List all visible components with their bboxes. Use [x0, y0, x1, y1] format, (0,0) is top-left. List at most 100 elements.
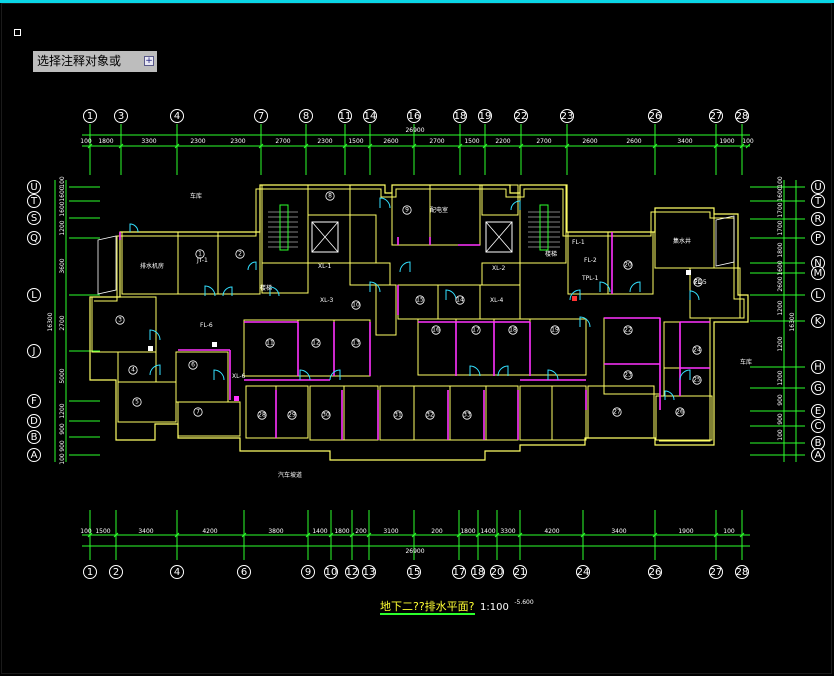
axis-bubble-top: 27: [710, 111, 723, 122]
axis-bubble-right: A: [815, 450, 822, 461]
axis-bubble-left: A: [31, 450, 38, 461]
axis-bubble-left: L: [31, 290, 37, 301]
axis-bubble-top: 16: [408, 111, 421, 122]
dim-text-bottom: 1800: [460, 528, 475, 535]
equipment-label: XL-2: [492, 265, 506, 272]
dim-text-top: 2700: [536, 138, 551, 145]
axis-bubble-bottom: 28: [736, 567, 749, 578]
dim-text-top: 1500: [464, 138, 479, 145]
dim-text-bottom-total: 26900: [405, 548, 424, 555]
axis-bubble-top: 14: [364, 111, 377, 122]
room-partitions: [119, 232, 710, 440]
room-number: 27: [613, 409, 621, 416]
dim-text-top: 2300: [230, 138, 245, 145]
dim-text-left: 100: [59, 453, 66, 465]
equipment-label: XL-4: [490, 297, 504, 304]
door-arc: [129, 223, 139, 233]
room-wall: [375, 284, 397, 336]
axis-bubble-bottom: 9: [305, 567, 311, 578]
axis-bubble-left: D: [30, 416, 38, 427]
axis-bubble-top: 8: [303, 111, 309, 122]
drawing-title-scale: 1:100: [480, 602, 509, 613]
axis-bubble-right: U: [814, 182, 821, 193]
room-text-label: 楼梯: [260, 284, 272, 292]
dim-text-top: 3400: [677, 138, 692, 145]
room-wall: [519, 385, 553, 441]
axis-bubble-top: 3: [118, 111, 124, 122]
room-number: 31: [394, 412, 402, 419]
ramp-right: [715, 215, 735, 267]
axis-bubble-bottom: 20: [491, 567, 504, 578]
axis-bubble-bottom: 15: [408, 567, 421, 578]
room-number: 22: [624, 327, 632, 334]
dim-text-bottom: 1900: [678, 528, 693, 535]
axis-bubble-top: 23: [561, 111, 574, 122]
door-arc: [149, 364, 161, 376]
dim-text-right: 1600: [777, 260, 784, 275]
dim-text-right: 100: [777, 176, 784, 188]
room-number: 6: [191, 362, 195, 369]
dim-text-bottom: 3300: [500, 528, 515, 535]
dim-text-right: 1700: [777, 202, 784, 217]
room-number: 33: [463, 412, 471, 419]
axis-bubble-top: 26: [649, 111, 662, 122]
dim-text-left: 1200: [59, 403, 66, 418]
room-wall: [429, 184, 481, 246]
pump-marker: [686, 270, 691, 275]
axis-bubble-right: K: [815, 316, 822, 327]
axis-bubble-bottom: 26: [649, 567, 662, 578]
room-wall: [519, 184, 567, 264]
axis-bubble-right: C: [815, 421, 822, 432]
door-arcs: [129, 197, 700, 401]
room-number: 4: [131, 367, 135, 374]
room-number: 30: [322, 412, 330, 419]
axis-bubble-left: S: [31, 213, 37, 224]
room-text-label: 车库: [740, 358, 752, 366]
axis-bubble-bottom: 2: [113, 567, 119, 578]
dim-text-bottom: 200: [355, 528, 367, 535]
axis-bubble-left: J: [32, 346, 36, 357]
axis-bubble-top: 18: [454, 111, 467, 122]
room-number: 15: [416, 297, 424, 304]
room-number: 14: [456, 297, 464, 304]
room-number-markers: 1 234567891011 12 13141516 17 18 1920212223242…: [115, 191, 703, 420]
dim-text-left: 3600: [59, 258, 66, 273]
room-number: 12: [312, 340, 320, 347]
room-wall: [603, 317, 661, 365]
room-wall: [551, 385, 587, 441]
room-text-label: 集水井: [673, 237, 691, 245]
equipment-label: XL-1: [318, 263, 332, 270]
dim-text-top: 2700: [429, 138, 444, 145]
axis-bubble-bottom: 13: [363, 567, 376, 578]
dim-text-top: 1900: [719, 138, 734, 145]
pump-marker: [234, 396, 239, 401]
axis-bubble-right: L: [815, 290, 821, 301]
dim-text-right: 1800: [777, 242, 784, 257]
dim-text-right: 1600: [777, 186, 784, 201]
axis-bubbles: 1 3 4 7 8 11 14 16 18 19 22 23 26 27 281 2 4 6 9 10 12 13 15 17…: [27, 109, 825, 579]
axis-bubble-top: 7: [258, 111, 264, 122]
axis-bubble-right: M: [814, 268, 823, 279]
room-number: 10: [352, 302, 360, 309]
room-number: 19: [551, 327, 559, 334]
door-arc: [329, 369, 341, 381]
axis-bubble-bottom: 1: [87, 567, 93, 578]
door-arc: [679, 369, 691, 381]
door-arc: [369, 281, 381, 293]
axis-bubble-top: 28: [736, 111, 749, 122]
room-text-label: 车库: [190, 192, 202, 200]
dim-text-right-total: 16300: [789, 312, 796, 331]
equipment-label: FL-2: [584, 257, 597, 264]
elevator-cross-left: [311, 221, 339, 253]
room-wall: [217, 231, 261, 295]
room-number: 8: [328, 193, 332, 200]
axis-bubble-right: H: [814, 362, 822, 373]
dim-text-top: 3300: [141, 138, 156, 145]
cad-floor-plan[interactable]: 1 234567891011 12 13141516 17 18 1920212223242…: [0, 0, 834, 676]
dim-text-left: 5000: [59, 368, 66, 383]
room-wall: [655, 395, 713, 441]
dim-text-bottom: 3800: [268, 528, 283, 535]
dim-text-top: 100: [80, 138, 92, 145]
floor-drain-marker: [148, 346, 153, 351]
door-arc: [399, 261, 411, 273]
